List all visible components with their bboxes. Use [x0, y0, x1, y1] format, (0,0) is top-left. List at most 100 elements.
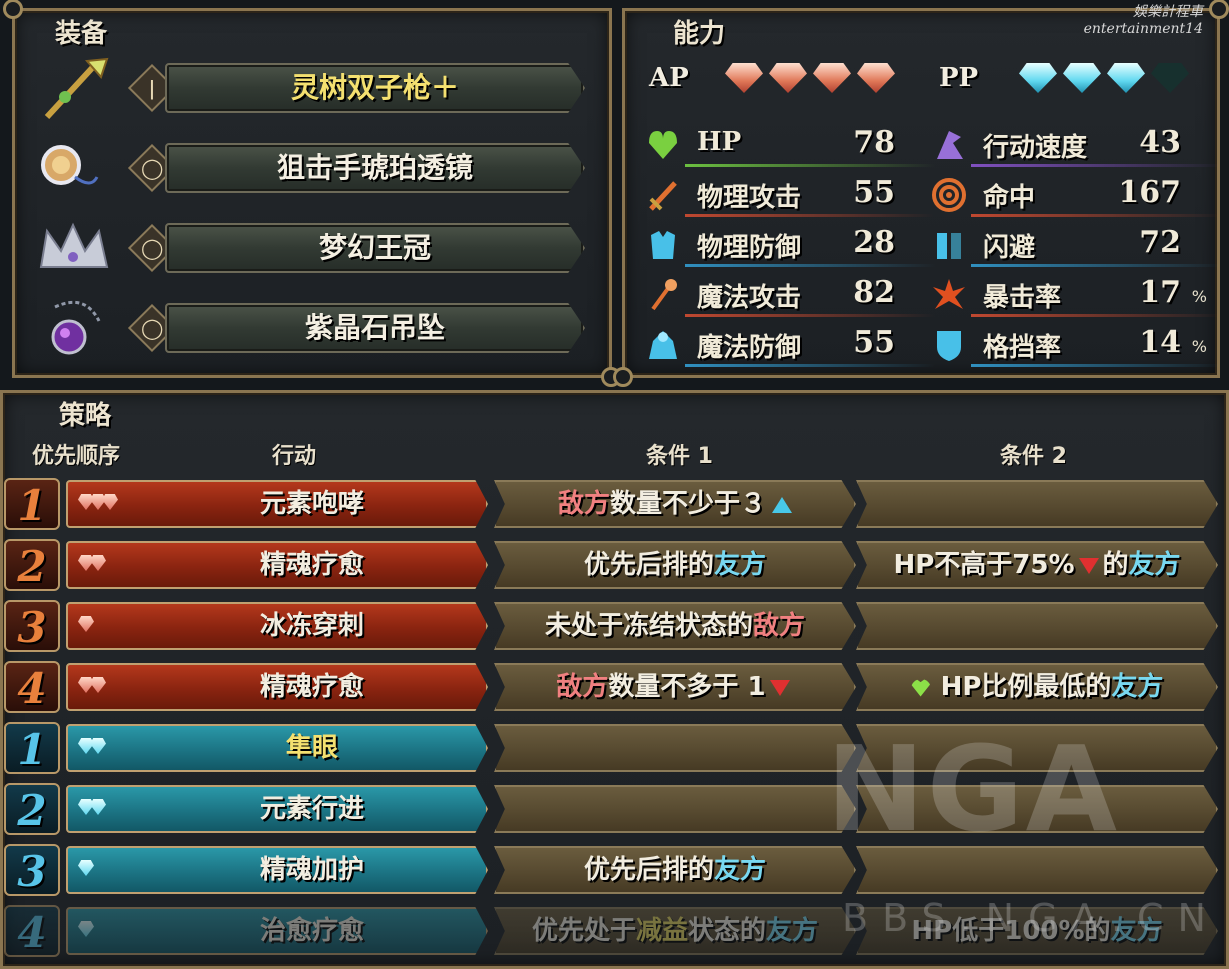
tactic-action-label: 元素行进 — [259, 794, 364, 824]
tactic-priority-number: 2 — [4, 539, 60, 591]
tactic-priority-number: 1 — [4, 478, 60, 530]
tactic-row[interactable]: 2 精魂疗愈 优先后排的友方 HP不高于75% 的友方 — [4, 539, 1224, 591]
tactic-action-label: 冰冻穿刺 — [259, 611, 364, 641]
stat-underline — [685, 314, 935, 317]
down-arrow-icon — [1078, 557, 1099, 574]
condition-text: 敌方 — [557, 489, 610, 519]
tactic-row[interactable]: 3 冰冻穿刺 未处于冻结状态的敌方 — [4, 600, 1224, 652]
tactic-priority-number: 2 — [4, 783, 60, 835]
header-action: 行动 — [272, 444, 317, 469]
condition-2-field[interactable] — [856, 480, 1218, 528]
header-priority: 优先顺序 — [32, 444, 121, 469]
condition-2-field[interactable] — [856, 602, 1218, 650]
condition-1-field[interactable] — [494, 785, 856, 833]
condition-text: 友方 — [1111, 672, 1164, 702]
condition-text: 优先后排的 — [583, 550, 714, 580]
heart-icon — [910, 678, 931, 697]
stat-label: 行动速度 — [983, 133, 1088, 163]
tactic-row[interactable]: 1 元素咆哮 敌方数量不少于３ — [4, 478, 1224, 530]
watermark-nga: NGA — [826, 720, 1119, 858]
stat-label: 闪避 — [983, 233, 1036, 263]
condition-2-field[interactable]: HP不高于75% 的友方 — [856, 541, 1218, 589]
cost-gem-icon — [78, 799, 94, 815]
weapon-slot-icon: ǀ — [149, 76, 155, 100]
stat-value: 43 — [1139, 125, 1181, 160]
cost-gems — [78, 494, 118, 516]
condition-1-field[interactable]: 未处于冻结状态的敌方 — [494, 602, 856, 650]
tactic-action-button[interactable]: 精魂疗愈 — [66, 541, 488, 589]
stat-row: 物理攻击 55 — [645, 173, 935, 217]
tactic-action-button[interactable]: 元素行进 — [66, 785, 488, 833]
stat-underline — [971, 164, 1221, 167]
equipment-name: 灵树双子枪＋ — [165, 63, 585, 113]
cost-gem-icon — [102, 494, 118, 510]
condition-1-field[interactable]: 敌方数量不少于３ — [494, 480, 856, 528]
gauge-gem-icon — [725, 63, 763, 93]
condition-1-field[interactable]: 优先后排的友方 — [494, 846, 856, 894]
down-arrow-icon — [769, 679, 790, 696]
condition-text: 友方 — [714, 855, 767, 885]
equipment-slot-accessory-3[interactable]: ◯ 紫晶石吊坠 — [35, 297, 595, 363]
condition-text: 敌方 — [556, 672, 609, 702]
accessory-slot-icon: ◯ — [141, 316, 164, 340]
evade-icon — [937, 233, 961, 259]
stat-label: 格挡率 — [983, 333, 1062, 363]
stat-row: 物理防御 28 — [645, 223, 935, 267]
heart-icon — [649, 131, 677, 159]
cost-gem-icon — [78, 555, 94, 571]
stat-label: 物理防御 — [697, 233, 802, 263]
condition-text: 友方 — [1128, 550, 1181, 580]
accessory-slot-icon: ◯ — [141, 156, 164, 180]
stat-unit: % — [1191, 337, 1207, 356]
target-icon — [932, 178, 966, 212]
cost-gems — [78, 799, 106, 821]
cost-gem-icon — [90, 494, 106, 510]
tactic-action-button[interactable]: 冰冻穿刺 — [66, 602, 488, 650]
equipment-slot-accessory-2[interactable]: ◯ 梦幻王冠 — [35, 217, 595, 283]
condition-1-field[interactable]: 优先后排的友方 — [494, 541, 856, 589]
condition-1-field[interactable] — [494, 724, 856, 772]
stat-value: 167 — [1118, 175, 1181, 210]
condition-1-field[interactable]: 优先处于减益状态的友方 — [494, 907, 856, 955]
equipment-slot-weapon[interactable]: ǀ 灵树双子枪＋ — [35, 57, 595, 123]
tactic-row[interactable]: 4 精魂疗愈 敌方数量不多于 1 HP比例最低的友方 — [4, 661, 1224, 713]
condition-1-field[interactable]: 敌方数量不多于 1 — [494, 663, 856, 711]
tactic-action-button[interactable]: 精魂加护 — [66, 846, 488, 894]
watermark-top-right: 娛樂計程車 entertainment14 — [1084, 4, 1203, 38]
stat-row: 暴击率 17% — [931, 273, 1221, 317]
cost-gems — [78, 738, 106, 760]
pp-label: PP — [939, 63, 979, 93]
condition-2-field[interactable]: HP比例最低的友方 — [856, 663, 1218, 711]
watermark-line: entertainment14 — [1083, 21, 1203, 37]
stat-value: 78 — [853, 125, 895, 160]
stat-value: 17 — [1139, 275, 1181, 310]
tactic-action-button[interactable]: 元素咆哮 — [66, 480, 488, 528]
stat-row: 行动速度 43 — [931, 123, 1221, 167]
ap-gauge — [725, 63, 901, 93]
tactic-action-button[interactable]: 精魂疗愈 — [66, 663, 488, 711]
cost-gem-icon — [90, 677, 106, 693]
cost-gems — [78, 860, 94, 882]
tactic-action-button[interactable]: 治愈疗愈 — [66, 907, 488, 955]
watermark-line: 娛樂計程車 — [1133, 4, 1203, 20]
stat-row: 格挡率 14% — [931, 323, 1221, 367]
corner-ornament — [613, 367, 633, 387]
equipment-name: 紫晶石吊坠 — [165, 303, 585, 353]
equipment-slot-accessory-1[interactable]: ◯ 狙击手琥珀透镜 — [35, 137, 595, 203]
cost-gem-icon — [78, 677, 94, 693]
stat-label: HP — [697, 127, 742, 157]
header-condition-2: 条件 2 — [1000, 444, 1067, 469]
watermark-bbs: BBS.NGA.CN — [842, 896, 1220, 940]
condition-text: HP比例最低的 — [940, 672, 1112, 702]
tactic-action-button[interactable]: 隼眼 — [66, 724, 488, 772]
tactic-action-label: 隼眼 — [285, 733, 338, 763]
cost-gem-icon — [90, 555, 106, 571]
accessory-slot-icon: ◯ — [141, 236, 164, 260]
cost-gems — [78, 677, 106, 699]
strategy-title: 策略 — [59, 401, 112, 431]
condition-text: 数量不多于 1 — [608, 672, 766, 702]
gauge-gem-icon — [1063, 63, 1101, 93]
amber-lens-icon — [41, 145, 99, 185]
pp-gauge — [1019, 63, 1195, 93]
stat-underline — [685, 264, 935, 267]
